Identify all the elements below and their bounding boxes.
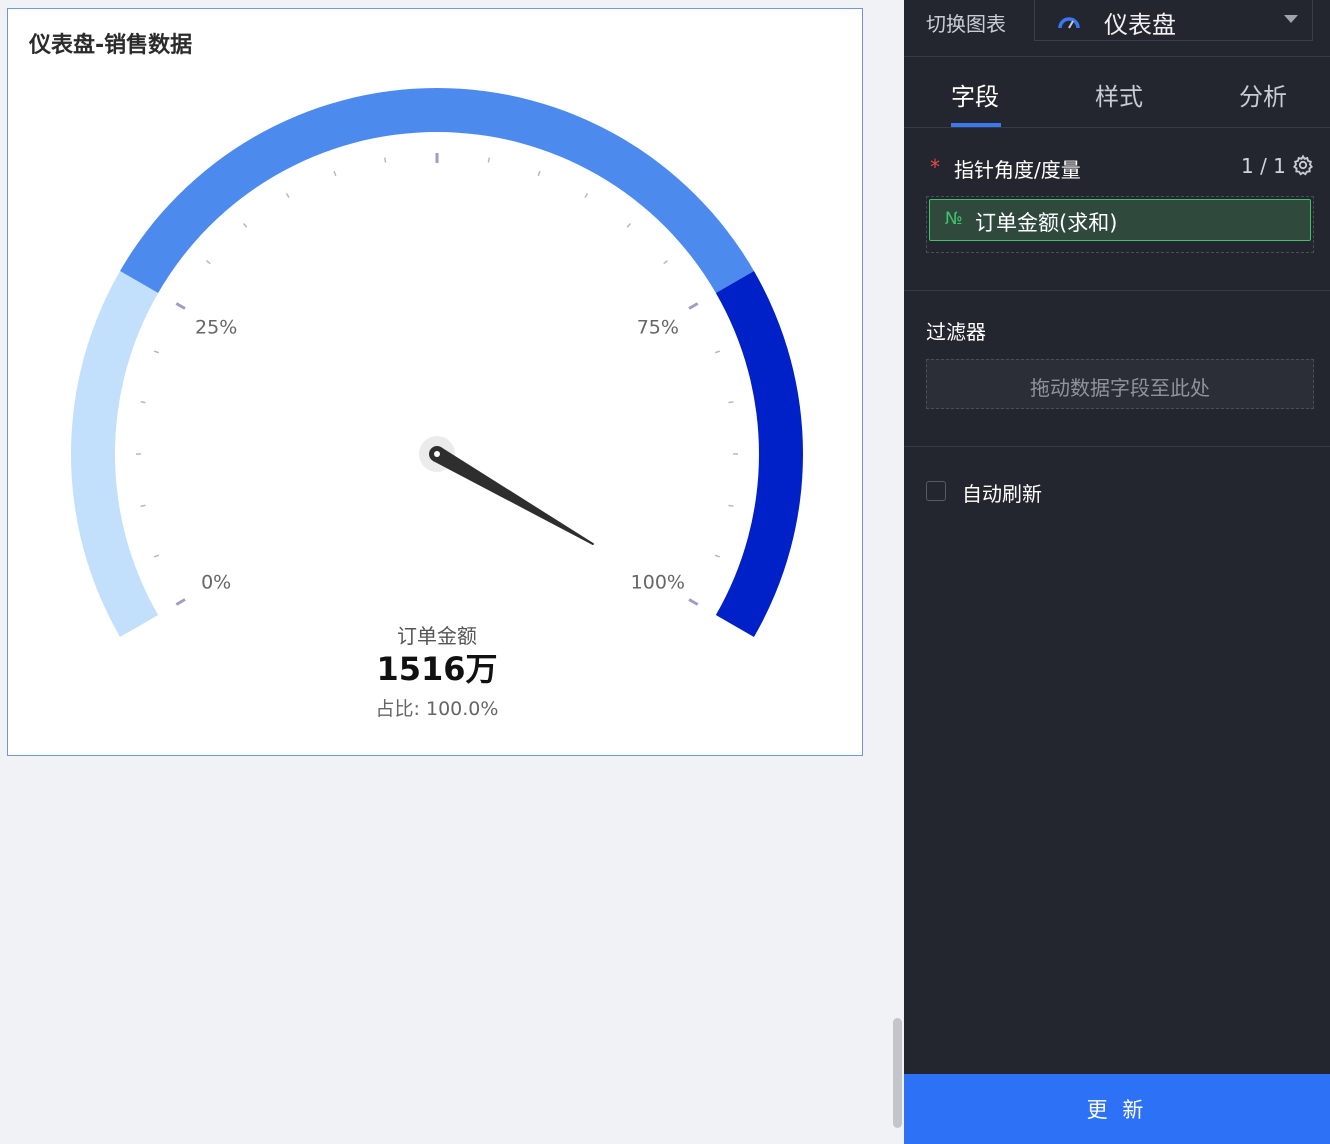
- gauge-value: 1516万: [376, 650, 497, 688]
- chevron-down-icon: [1284, 15, 1298, 23]
- gauge-tick-label: 25%: [195, 317, 237, 339]
- filter-placeholder: 拖动数据字段至此处: [1030, 376, 1210, 400]
- measure-label: 指针角度/度量: [954, 158, 1081, 182]
- gauge-tick-label: 0%: [201, 572, 231, 594]
- gauge-tick: [728, 504, 734, 508]
- gauge-band-0: [70, 271, 159, 637]
- gauge-tick: [205, 259, 211, 265]
- chart-type-value: 仪表盘: [1104, 11, 1176, 39]
- gauge-tick: [626, 222, 632, 228]
- gauge-tick: [714, 554, 721, 558]
- measure-field-name: 订单金额(求和): [975, 211, 1118, 235]
- switch-chart-label: 切换图表: [926, 12, 1006, 36]
- gauge-measure-name: 订单金额: [397, 624, 477, 648]
- gauge-needle-center: [434, 451, 440, 457]
- gauge-needle: [432, 446, 594, 545]
- gauge-ratio: 占比: 100.0%: [376, 698, 499, 720]
- gauge-tick: [333, 170, 337, 177]
- gauge-tick: [537, 170, 541, 177]
- gauge-tick: [584, 192, 589, 199]
- chart-switch-row: 切换图表 仪表盘: [904, 0, 1330, 57]
- gauge-tick: [140, 504, 146, 508]
- number-field-icon: №: [945, 209, 963, 229]
- gauge-tick: [175, 302, 186, 310]
- active-tab-indicator: [951, 123, 1001, 127]
- auto-refresh-label[interactable]: 自动刷新: [962, 478, 1042, 507]
- gauge-tick: [663, 259, 669, 265]
- gear-icon[interactable]: [1292, 154, 1314, 176]
- gauge-tick: [688, 302, 699, 310]
- gauge-tick: [242, 222, 248, 228]
- gauge-tick: [175, 598, 186, 606]
- auto-refresh-checkbox[interactable]: [926, 481, 946, 501]
- gauge-band-1: [120, 88, 754, 293]
- required-mark: *: [930, 155, 940, 179]
- gauge-tick: [140, 400, 146, 404]
- gauge-icon: [1058, 17, 1080, 29]
- gauge-tick-label: 75%: [637, 317, 679, 339]
- gauge-tick: [688, 598, 699, 606]
- tab-fields[interactable]: 字段: [951, 77, 999, 112]
- gauge-tick: [487, 157, 491, 163]
- gauge-tick: [153, 554, 160, 558]
- gauge-tick-label: 100%: [631, 572, 685, 594]
- chart-type-select[interactable]: 仪表盘: [1034, 0, 1313, 41]
- gauge-band-2: [715, 271, 803, 637]
- divider: [904, 290, 1330, 291]
- chart-card[interactable]: 仪表盘-销售数据 0% 25% 75% 100% 订单金额 1516万 占比: 100…: [7, 8, 863, 756]
- gauge-tick: [285, 192, 290, 199]
- gauge-tick: [728, 400, 734, 404]
- measure-drop-zone[interactable]: № 订单金额(求和): [926, 196, 1314, 253]
- config-panel: 切换图表 仪表盘 字段 样式 分析 * 指针角度/度量 1 / 1 № 订单金额…: [904, 0, 1330, 1144]
- gauge-tick: [153, 350, 160, 354]
- divider: [904, 446, 1330, 447]
- measure-field-chip[interactable]: № 订单金额(求和): [929, 199, 1311, 241]
- filter-drop-zone[interactable]: 拖动数据字段至此处: [926, 359, 1314, 409]
- scrollbar-thumb[interactable]: [893, 1018, 902, 1128]
- tab-analysis[interactable]: 分析: [1239, 77, 1287, 112]
- gauge-tick: [714, 350, 721, 354]
- update-button[interactable]: 更 新: [904, 1074, 1330, 1144]
- tab-style[interactable]: 样式: [1095, 77, 1143, 112]
- gauge-chart: 0% 25% 75% 100% 订单金额 1516万 占比: 100.0%: [70, 88, 803, 720]
- gauge-tick: [383, 157, 387, 163]
- filter-title: 过滤器: [926, 320, 986, 344]
- measure-count: 1 / 1: [1241, 154, 1286, 178]
- panel-tabs: 字段 样式 分析: [904, 57, 1330, 128]
